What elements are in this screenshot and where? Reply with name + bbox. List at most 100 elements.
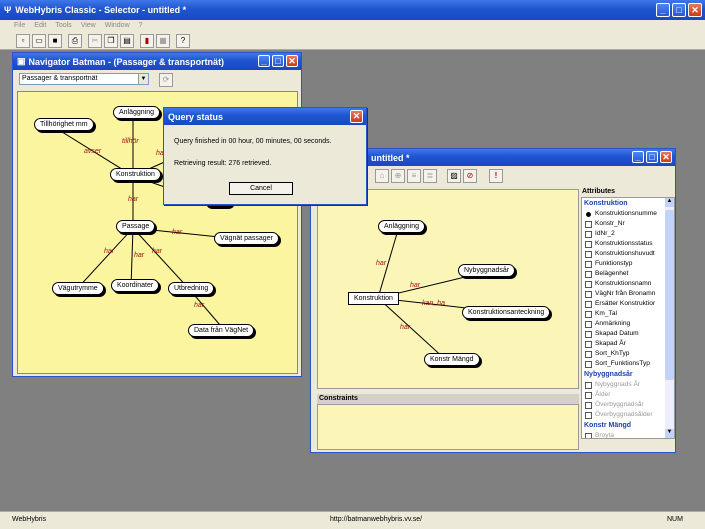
new-icon[interactable]: ▫ <box>16 34 30 48</box>
attribute-checkbox[interactable] <box>585 381 592 389</box>
minimize-button[interactable]: _ <box>656 3 670 17</box>
attribute-item[interactable]: Konstruktionsstatus <box>582 239 666 249</box>
attribute-item[interactable]: Konstruktionshuvudt <box>582 249 666 259</box>
attribute-checkbox[interactable] <box>586 211 591 217</box>
attribute-item[interactable]: Sort_FunktionsTyp <box>582 359 666 369</box>
attribute-item[interactable]: Ålder <box>582 390 666 400</box>
nav-node-data[interactable]: Data från VägNet <box>188 324 255 337</box>
attribute-checkbox[interactable] <box>585 401 592 409</box>
book-icon[interactable]: ▮ <box>140 34 154 48</box>
attribute-checkbox[interactable] <box>585 411 592 419</box>
attribute-item[interactable]: Överbyggnadsålder <box>582 410 666 420</box>
query-find-icon[interactable]: ⊘ <box>463 169 477 183</box>
query-minimize-button[interactable]: _ <box>632 151 644 163</box>
query-run-icon[interactable]: ! <box>489 169 503 183</box>
attribute-checkbox[interactable] <box>585 240 592 248</box>
scroll-thumb[interactable] <box>665 210 674 380</box>
attribute-checkbox[interactable] <box>585 320 592 328</box>
query-node-konstruktion[interactable]: Konstruktion <box>348 292 399 305</box>
nav-edge-har7: har <box>194 302 205 309</box>
network-select[interactable]: Passager & transportnät ▼ <box>19 73 149 85</box>
attribute-checkbox[interactable] <box>585 300 592 308</box>
attribute-checkbox[interactable] <box>585 270 592 278</box>
query-tool2-icon[interactable]: ⊕ <box>391 169 405 183</box>
nav-minimize-button[interactable]: _ <box>258 55 270 67</box>
scroll-up-icon[interactable]: ▲ <box>665 198 674 207</box>
nav-maximize-button[interactable]: □ <box>272 55 284 67</box>
attribute-item[interactable]: Belägenhet <box>582 269 666 279</box>
nav-node-koordinater[interactable]: Koordinater <box>111 279 160 292</box>
print-icon[interactable]: ⎙ <box>68 34 82 48</box>
attribute-item[interactable]: Funktionstyp <box>582 259 666 269</box>
attribute-checkbox[interactable] <box>585 280 592 288</box>
query-node-anlaggning[interactable]: Anläggning <box>378 220 426 233</box>
menu-item[interactable]: Edit <box>34 22 46 29</box>
status-left: WebHybris <box>12 516 47 523</box>
attribute-item[interactable]: Broyta <box>582 431 666 438</box>
menu-item[interactable]: ? <box>139 22 143 29</box>
attribute-item[interactable]: Konstruktionsnamn <box>582 279 666 289</box>
nav-node-vagutrymme[interactable]: Vägutrymme <box>52 282 104 295</box>
query-node-nybygg[interactable]: Nybyggnadsår <box>458 264 516 277</box>
attribute-checkbox[interactable] <box>585 360 592 368</box>
attribute-checkbox[interactable] <box>585 432 592 438</box>
dialog-close-button[interactable]: ✕ <box>350 110 363 123</box>
query-tool3-icon[interactable]: ≡ <box>407 169 421 183</box>
close-button[interactable]: ✕ <box>688 3 702 17</box>
attribute-item[interactable]: Konstr_Nr <box>582 219 666 229</box>
scroll-down-icon[interactable]: ▼ <box>665 429 674 438</box>
query-node-anteckning[interactable]: Konstruktionsanteckning <box>462 306 551 319</box>
attribute-item[interactable]: Skapad År <box>582 339 666 349</box>
nav-node-konstruktion[interactable]: Konstruktion <box>110 168 161 181</box>
attribute-item[interactable]: Skapad Datum <box>582 329 666 339</box>
query-close-button[interactable]: ✕ <box>660 151 672 163</box>
attribute-item[interactable]: Km_Tal <box>582 309 666 319</box>
attribute-checkbox[interactable] <box>585 310 592 318</box>
save-icon[interactable]: ■ <box>48 34 62 48</box>
nav-refresh-icon[interactable]: ⟳ <box>159 73 173 87</box>
nav-node-passage[interactable]: Passage <box>116 220 156 233</box>
nav-node-anlaggning[interactable]: Anläggning <box>113 106 161 119</box>
attribute-item[interactable]: Konstruktionsnumme <box>582 209 666 219</box>
attribute-checkbox[interactable] <box>585 340 592 348</box>
menu-item[interactable]: File <box>14 22 25 29</box>
menu-item[interactable]: Window <box>105 22 130 29</box>
attribute-checkbox[interactable] <box>585 391 592 399</box>
attribute-checkbox[interactable] <box>585 350 592 358</box>
attribute-checkbox[interactable] <box>585 290 592 298</box>
query-node-mangd[interactable]: Konstr Mängd <box>424 353 480 366</box>
help-icon[interactable]: ? <box>176 34 190 48</box>
attribute-item[interactable]: Nybyggnads År <box>582 380 666 390</box>
query-tool4-icon[interactable]: ≣ <box>423 169 437 183</box>
attribute-label: Ersätter Konstruktior <box>595 300 656 307</box>
cancel-button[interactable]: Cancel <box>229 182 293 195</box>
attributes-scrollbar[interactable]: ▲ ▼ <box>665 198 674 438</box>
query-image-icon[interactable]: ▨ <box>447 169 461 183</box>
attribute-item[interactable]: IdNr_2 <box>582 229 666 239</box>
attribute-item[interactable]: Ersätter Konstruktior <box>582 299 666 309</box>
attribute-checkbox[interactable] <box>585 330 592 338</box>
menu-item[interactable]: Tools <box>55 22 71 29</box>
attribute-checkbox[interactable] <box>585 260 592 268</box>
maximize-button[interactable]: □ <box>672 3 686 17</box>
attribute-item[interactable]: VägNr från Bronamn <box>582 289 666 299</box>
properties-icon[interactable]: ▦ <box>156 34 170 48</box>
nav-close-button[interactable]: ✕ <box>286 55 298 67</box>
attribute-checkbox[interactable] <box>585 220 592 228</box>
query-maximize-button[interactable]: □ <box>646 151 658 163</box>
attribute-item[interactable]: Överbyggnadsår <box>582 400 666 410</box>
nav-node-utbredning[interactable]: Utbredning <box>168 282 215 295</box>
attribute-checkbox[interactable] <box>585 250 592 258</box>
paste-icon[interactable]: ▤ <box>120 34 134 48</box>
attribute-item[interactable]: Sort_KhTyp <box>582 349 666 359</box>
query-tool1-icon[interactable]: ⌂ <box>375 169 389 183</box>
attribute-checkbox[interactable] <box>585 230 592 238</box>
cut-icon[interactable]: ✂ <box>88 34 102 48</box>
menu-bar: File Edit Tools View Window? <box>0 20 705 32</box>
open-icon[interactable]: ▭ <box>32 34 46 48</box>
copy-icon[interactable]: ❐ <box>104 34 118 48</box>
nav-node-vagnat[interactable]: Vägnät passager <box>214 232 279 245</box>
menu-item[interactable]: View <box>81 22 96 29</box>
nav-node-tillhorighet[interactable]: Tillhörighet mm <box>34 118 94 131</box>
attribute-item[interactable]: Anmärkning <box>582 319 666 329</box>
